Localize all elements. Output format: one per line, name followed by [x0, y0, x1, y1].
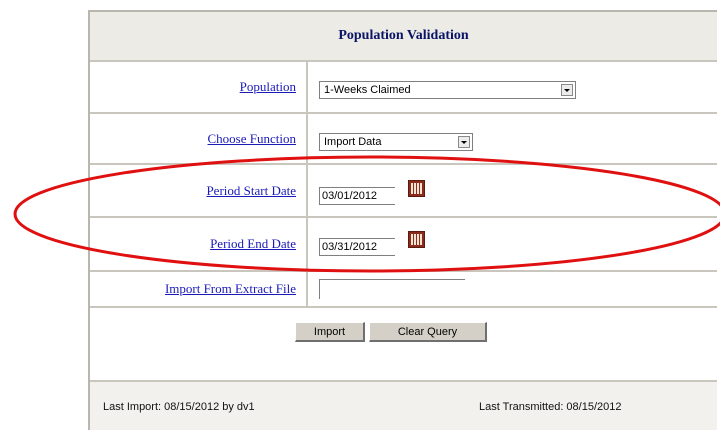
- population-validation-panel: Population Validation Population 1-Weeks…: [88, 10, 717, 430]
- population-link[interactable]: Population: [240, 79, 296, 95]
- end-date-input[interactable]: 03/31/2012: [319, 238, 395, 256]
- chevron-down-icon[interactable]: [458, 136, 470, 148]
- clear-query-button[interactable]: Clear Query: [369, 322, 487, 342]
- choose-function-link[interactable]: Choose Function: [208, 131, 296, 147]
- function-select-value: Import Data: [324, 136, 382, 148]
- import-file-row: Import From Extract File: [90, 272, 717, 308]
- population-row: Population 1-Weeks Claimed: [90, 62, 717, 114]
- population-select-value: 1-Weeks Claimed: [324, 84, 411, 96]
- last-import-text: Last Import: 08/15/2012 by dv1: [103, 401, 255, 413]
- chevron-down-icon[interactable]: [561, 84, 573, 96]
- import-file-input[interactable]: [319, 279, 465, 299]
- calendar-icon[interactable]: [408, 180, 425, 197]
- buttons-row: Import Clear Query: [90, 308, 717, 382]
- function-select[interactable]: Import Data: [319, 133, 473, 151]
- calendar-icon[interactable]: [408, 231, 425, 248]
- import-button[interactable]: Import: [295, 322, 365, 342]
- title-row: Population Validation: [90, 12, 717, 62]
- period-start-date-link[interactable]: Period Start Date: [206, 183, 296, 199]
- function-row: Choose Function Import Data: [90, 114, 717, 165]
- start-date-input[interactable]: 03/01/2012: [319, 187, 395, 205]
- import-from-extract-file-link[interactable]: Import From Extract File: [165, 281, 296, 297]
- last-transmitted-text: Last Transmitted: 08/15/2012: [479, 401, 622, 413]
- period-end-date-link[interactable]: Period End Date: [210, 236, 296, 252]
- page-title: Population Validation: [338, 28, 469, 43]
- start-date-row: Period Start Date 03/01/2012: [90, 165, 717, 218]
- footer-row: Last Import: 08/15/2012 by dv1 Last Tran…: [90, 382, 717, 430]
- population-select[interactable]: 1-Weeks Claimed: [319, 81, 576, 99]
- end-date-row: Period End Date 03/31/2012: [90, 218, 717, 272]
